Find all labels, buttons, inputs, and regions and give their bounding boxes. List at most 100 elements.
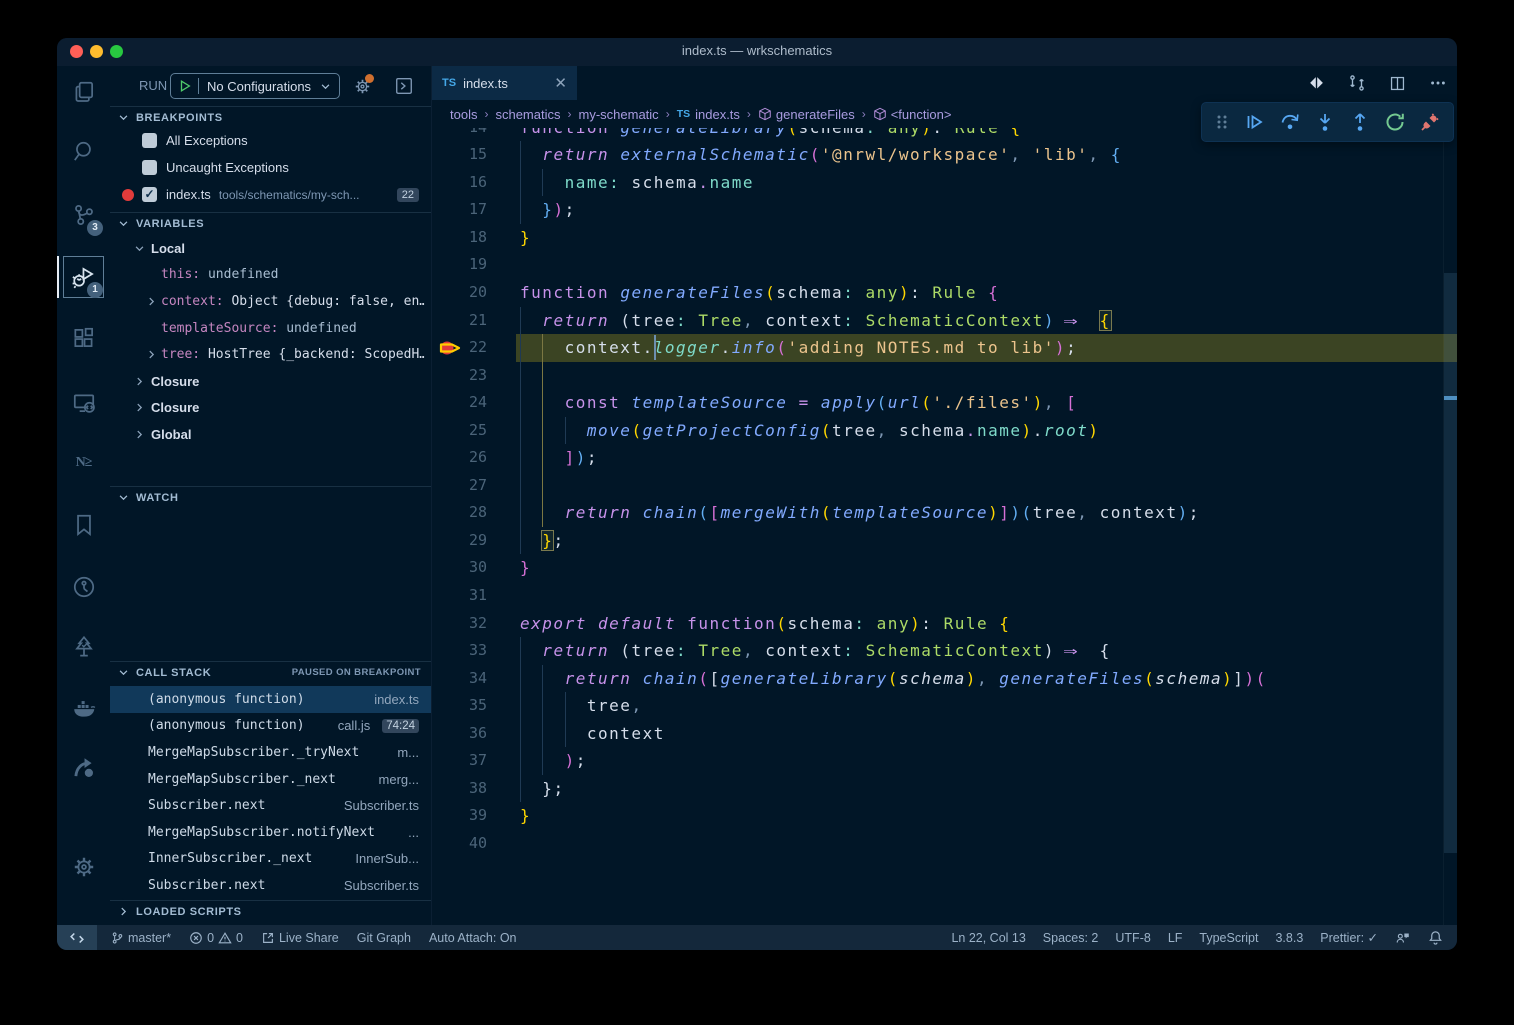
- status-encoding[interactable]: UTF-8: [1115, 931, 1150, 945]
- start-debug-icon[interactable]: [178, 79, 192, 93]
- activity-search[interactable]: [57, 128, 110, 176]
- activity-extensions[interactable]: [57, 314, 110, 362]
- status-problems[interactable]: 00: [189, 931, 243, 945]
- minimize-traffic-light[interactable]: [90, 45, 103, 58]
- breadcrumb-item[interactable]: schematics: [495, 107, 560, 122]
- scrollbar[interactable]: [1444, 273, 1457, 853]
- activity-docker[interactable]: [57, 684, 110, 732]
- section-loaded-scripts[interactable]: LOADED SCRIPTS: [110, 900, 431, 922]
- nx-console-icon: N≥: [76, 455, 92, 471]
- line-number: 18: [432, 224, 487, 252]
- activity-explorer[interactable]: [57, 68, 110, 116]
- debug-step-over-button[interactable]: [1278, 110, 1302, 134]
- paused-status: PAUSED ON BREAKPOINT: [292, 667, 421, 678]
- debug-settings-gear[interactable]: [348, 72, 376, 100]
- status-git-branch[interactable]: master*: [111, 931, 171, 945]
- status-cursor-position[interactable]: Ln 22, Col 13: [951, 931, 1025, 945]
- window-title: index.ts — wrkschematics: [57, 38, 1457, 64]
- debug-console-button[interactable]: [390, 72, 418, 100]
- line-number: 38: [432, 775, 487, 803]
- symbol-icon: [873, 107, 887, 121]
- variable-row[interactable]: tree: HostTree {_backend: ScopedH…: [110, 341, 431, 368]
- debug-disconnect-button[interactable]: [1419, 111, 1441, 133]
- status-git-graph[interactable]: Git Graph: [357, 931, 411, 945]
- status-language-mode[interactable]: TypeScript: [1199, 931, 1258, 945]
- settings-icon: [71, 854, 97, 880]
- call-stack-frame[interactable]: InnerSubscriber._nextInnerSub...: [110, 846, 431, 873]
- breadcrumb-separator: ›: [862, 107, 866, 121]
- scope-row[interactable]: Closure: [110, 368, 431, 395]
- variable-row[interactable]: context: Object {debug: false, en…: [110, 288, 431, 315]
- activity-settings[interactable]: [57, 843, 110, 891]
- activity-bookmarks[interactable]: [57, 501, 110, 549]
- line-number: 22: [432, 334, 487, 362]
- status-live-share[interactable]: Live Share: [261, 931, 339, 945]
- call-stack-frame[interactable]: Subscriber.nextSubscriber.ts: [110, 872, 431, 899]
- activity-deploy[interactable]: [57, 744, 110, 792]
- call-stack-frame[interactable]: MergeMapSubscriber.notifyNext...: [110, 819, 431, 846]
- variable-row[interactable]: templateSource: undefined: [110, 315, 431, 342]
- activity-source-control[interactable]: 3: [57, 191, 110, 239]
- line-number: 39: [432, 802, 487, 830]
- status-indentation[interactable]: Spaces: 2: [1043, 931, 1099, 945]
- activity-remote-explorer[interactable]: [57, 379, 110, 427]
- breakpoint-row[interactable]: ✓index.tstools/schematics/my-sch...22: [110, 181, 431, 208]
- more-actions-icon[interactable]: [1429, 74, 1447, 92]
- breadcrumb-item[interactable]: my-schematic: [579, 107, 659, 122]
- close-traffic-light[interactable]: [70, 45, 83, 58]
- activity-testing[interactable]: [57, 623, 110, 671]
- debug-restart-button[interactable]: [1384, 111, 1406, 133]
- breadcrumb-item[interactable]: TSindex.ts: [677, 107, 740, 122]
- call-stack-frame[interactable]: Subscriber.nextSubscriber.ts: [110, 792, 431, 819]
- status-prettier[interactable]: Prettier: ✓: [1320, 930, 1378, 945]
- status-eol[interactable]: LF: [1168, 931, 1183, 945]
- compare-changes-icon[interactable]: [1348, 74, 1366, 92]
- activity-gitlens[interactable]: [57, 563, 110, 611]
- split-editor-icon[interactable]: [1389, 75, 1406, 92]
- breadcrumb-item[interactable]: tools: [450, 107, 477, 122]
- tab-index-ts[interactable]: TS index.ts ✕: [432, 66, 577, 100]
- extensions-icon: [71, 325, 97, 351]
- code-line-38: 38 };: [432, 775, 1457, 803]
- config-dropdown[interactable]: No Configurations: [170, 73, 340, 99]
- open-changes-icon[interactable]: [1308, 75, 1325, 92]
- code-area[interactable]: 14function generateLibrary(schema: any):…: [432, 114, 1457, 925]
- code-line-16: 16 name: schema.name: [432, 169, 1457, 197]
- section-breakpoints[interactable]: BREAKPOINTS: [110, 106, 431, 128]
- call-stack-frame[interactable]: (anonymous function)call.js74:24: [110, 713, 431, 740]
- breadcrumb-item[interactable]: generateFiles: [758, 107, 855, 122]
- section-call-stack[interactable]: CALL STACKPAUSED ON BREAKPOINT: [110, 661, 431, 683]
- status-ts-version[interactable]: 3.8.3: [1275, 931, 1303, 945]
- scope-row[interactable]: Global: [110, 421, 431, 448]
- debug-grip-button[interactable]: [1214, 113, 1230, 131]
- call-stack-frame[interactable]: (anonymous function)index.ts: [110, 686, 431, 713]
- scope-row[interactable]: Closure: [110, 395, 431, 422]
- remote-indicator[interactable]: [57, 925, 97, 950]
- breakpoint-checkbox[interactable]: [142, 160, 157, 175]
- close-icon[interactable]: ✕: [554, 74, 567, 92]
- breadcrumb-item[interactable]: <function>: [873, 107, 952, 122]
- status-notifications[interactable]: [1428, 930, 1443, 945]
- scope-row[interactable]: Local: [110, 235, 431, 262]
- breakpoint-checkbox[interactable]: [142, 133, 157, 148]
- debug-step-into-button[interactable]: [1314, 111, 1336, 133]
- activity-run-debug[interactable]: 1: [57, 253, 110, 301]
- activity-nx-console[interactable]: N≥: [57, 439, 110, 487]
- variable-row[interactable]: this: undefined: [110, 262, 431, 289]
- breakpoint-row[interactable]: Uncaught Exceptions: [110, 154, 431, 181]
- breakpoint-row[interactable]: All Exceptions: [110, 127, 431, 154]
- code-line-31: 31: [432, 582, 1457, 610]
- debug-step-out-button[interactable]: [1349, 111, 1371, 133]
- debug-continue-button[interactable]: [1243, 111, 1265, 133]
- section-variables[interactable]: VARIABLES: [110, 212, 431, 234]
- status-feedback[interactable]: [1395, 930, 1411, 946]
- deploy-icon: [71, 755, 97, 781]
- section-watch[interactable]: WATCH: [110, 486, 431, 508]
- line-number: 36: [432, 720, 487, 748]
- zoom-traffic-light[interactable]: [110, 45, 123, 58]
- call-stack-frame[interactable]: MergeMapSubscriber._nextmerg...: [110, 766, 431, 793]
- breakpoint-checkbox[interactable]: ✓: [142, 187, 157, 202]
- testing-icon: [71, 634, 97, 660]
- call-stack-frame[interactable]: MergeMapSubscriber._tryNextm...: [110, 739, 431, 766]
- status-auto-attach[interactable]: Auto Attach: On: [429, 931, 517, 945]
